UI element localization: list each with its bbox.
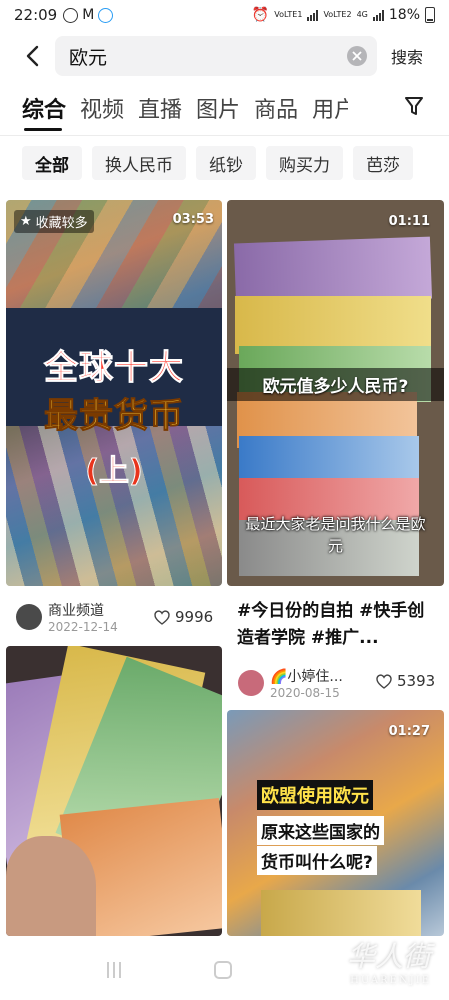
tab-products[interactable]: 商品 [254,92,298,124]
network-type: 4G [356,10,368,19]
chip-banknotes[interactable]: 纸钞 [196,146,256,180]
notification-icons: M [63,7,114,23]
video-card-1[interactable]: ★ 收藏较多 03:53 全球十大 最贵货币 (上) [6,200,222,586]
tab-all[interactable]: 综合 [22,92,66,131]
cover-title-line3: (上) [85,454,143,490]
tab-images[interactable]: 图片 [196,92,240,124]
app-notification-icon [98,7,114,23]
back-button[interactable] [14,36,50,76]
card2-author[interactable]: 🌈小婷住... 2020-08-15 [238,666,343,700]
result-tabs: 综合 视频 直播 图片 商品 用户 [0,86,449,131]
tabs-divider [0,135,449,136]
system-icons: ⏰ VoLTE1 VoLTE2 4G 18% [252,7,435,23]
status-bar: 22:09 M ⏰ VoLTE1 VoLTE2 4G 18% [0,0,449,30]
sim1-label: VoLTE1 [274,10,303,19]
author-name: 🌈小婷住... [270,669,343,685]
post-date: 2020-08-15 [270,686,340,700]
chip-exchange-rmb[interactable]: 换人民币 [92,146,186,180]
video-card-4[interactable]: 01:27 欧盟使用欧元 原来这些国家的 货币叫什么呢? [227,710,444,936]
heart-icon [154,609,170,625]
author-name: 商业频道 [48,603,104,619]
heart-icon [376,673,392,689]
chevron-left-icon [26,45,39,67]
home-button[interactable] [213,961,232,979]
tab-live[interactable]: 直播 [138,92,182,124]
cover-subtitle: 最近大家老是问我什么是欧元 [245,515,426,555]
card1-author[interactable]: 商业频道 2022-12-14 [16,600,118,634]
cover-title-line3: 货币叫什么呢? [257,846,377,875]
hand [6,836,96,936]
chip-purchasing-power[interactable]: 购买力 [266,146,343,180]
notification-icon [63,7,79,23]
filter-chips: 全部 换人民币 纸钞 购买力 芭莎 [22,146,413,180]
signal2-icon [372,9,384,21]
like-count: 5393 [397,672,436,690]
card2-title[interactable]: #今日份的自拍 #快手创造者学院 #推广... [237,598,437,656]
watermark-en: HUARENJIE [350,975,431,986]
search-input[interactable]: 欧元 [55,36,377,76]
post-date: 2022-12-14 [48,620,118,634]
cover-title-line2: 原来这些国家的 [257,816,384,845]
badge-label: 收藏较多 [35,216,88,231]
mail-icon: M [82,7,95,23]
filter-button[interactable] [405,96,423,120]
tab-video[interactable]: 视频 [80,92,124,124]
card2-likes[interactable]: 5393 [376,672,435,690]
signal1-icon [307,9,319,21]
cover-question: 欧元值多少人民币? [227,368,444,401]
search-button[interactable]: 搜索 [391,44,423,68]
clear-search-button[interactable] [347,46,367,66]
note-200-preview [261,890,421,936]
video-duration: 03:53 [172,212,214,227]
status-time: 22:09 [14,6,58,24]
tab-users[interactable]: 用户 [312,92,348,124]
alarm-icon: ⏰ [251,7,270,23]
chip-all[interactable]: 全部 [22,146,82,180]
cover-title-line1: 欧盟使用欧元 [257,780,373,810]
close-icon [352,51,362,61]
battery-percent: 18% [388,7,420,23]
video-card-3[interactable] [6,646,222,936]
like-count: 9996 [175,608,214,626]
card1-likes[interactable]: 9996 [154,608,213,626]
video-duration: 01:27 [388,724,430,739]
cover-title-line1: 全球十大 [44,348,184,389]
search-query: 欧元 [69,46,108,69]
watermark-cn: 华人街 [346,940,431,973]
back-nav-button[interactable] [325,961,343,979]
filter-icon [405,97,423,115]
star-icon: ★ [20,214,32,229]
avatar [16,604,42,630]
avatar [238,670,264,696]
recent-apps-button[interactable] [106,962,121,978]
video-card-2[interactable]: 01:11 欧元值多少人民币? 最近大家老是问我什么是欧元 [227,200,444,586]
battery-icon [425,7,435,23]
video-duration: 01:11 [388,214,430,229]
chip-bazaar[interactable]: 芭莎 [353,146,413,180]
sim2-label: VoLTE2 [323,10,352,19]
watermark-logo: 华人街 HUARENJIE [347,935,431,986]
search-row: 欧元 搜索 [0,36,449,76]
cover-title-line2: 最贵货币 [44,396,184,437]
collected-badge: ★ 收藏较多 [14,210,94,233]
